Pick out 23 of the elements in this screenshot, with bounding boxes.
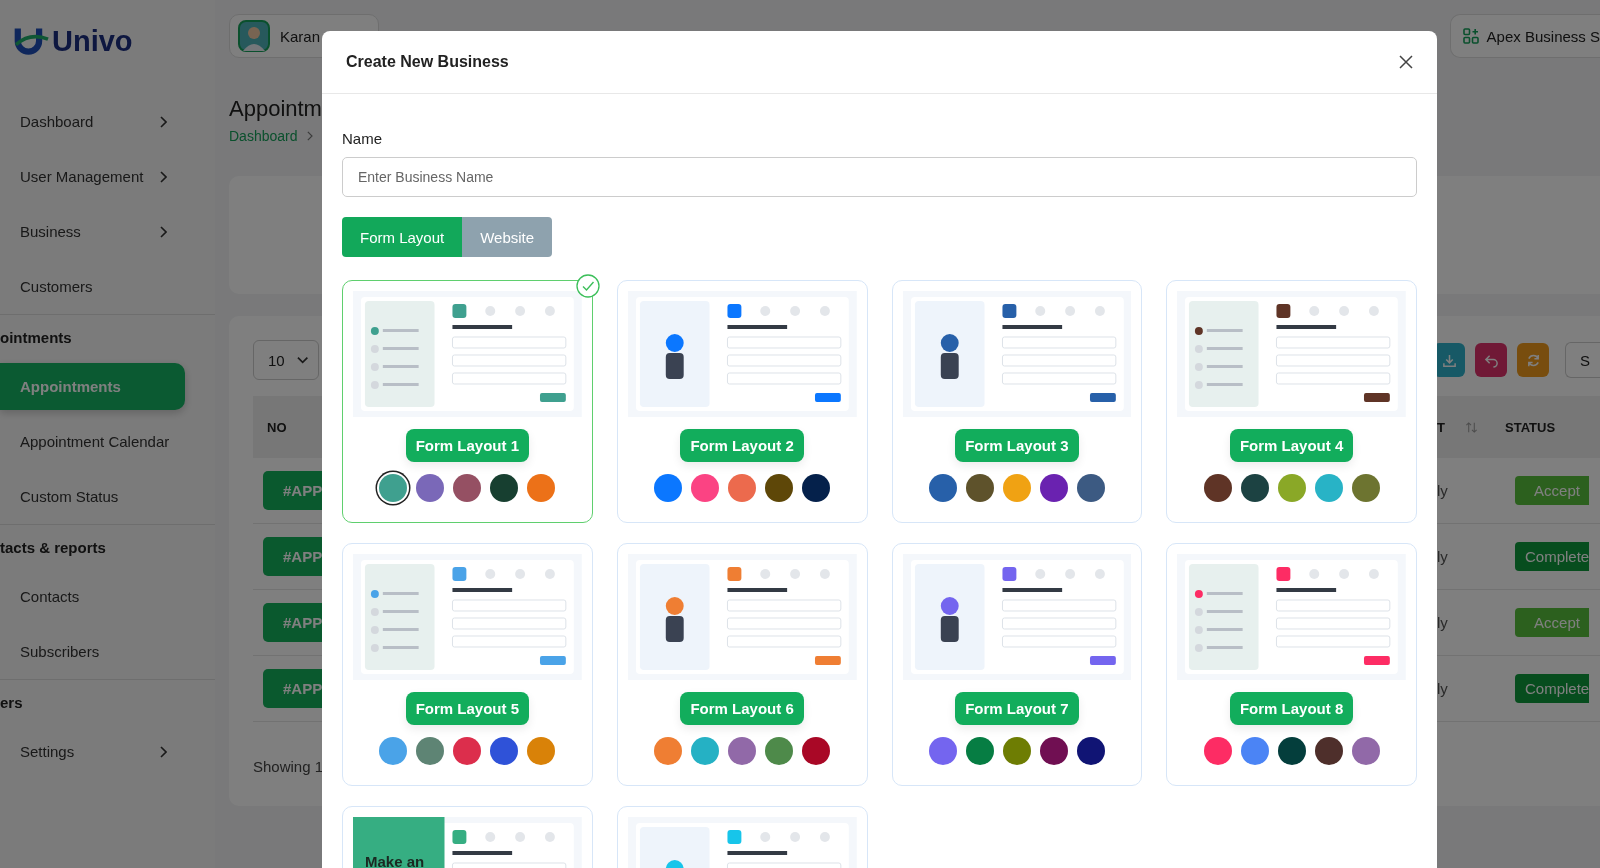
column-header: STATUS (1505, 419, 1557, 435)
table-cell: ly (1437, 613, 1448, 631)
table-cell: ly (1437, 679, 1448, 697)
table-cell: ly (1437, 481, 1448, 499)
column-header: NO (266, 419, 288, 435)
table-cell: ly (1437, 547, 1448, 565)
table-footer-text: Showing 1 (253, 758, 325, 775)
logo-text: Univo (52, 24, 133, 58)
field-label: Name (342, 130, 383, 147)
sidebar-section-title: ers (0, 693, 23, 711)
preview-heading: Make an (365, 853, 425, 868)
layout-name-label: Form Layout 8 (1229, 692, 1354, 725)
layout-name-label: Form Layout 2 (680, 429, 804, 462)
sidebar-section-title: tacts & reports (0, 538, 106, 556)
layout-name-label: Form Layout 1 (405, 429, 530, 462)
layout-name-label: Form Layout 4 (1229, 429, 1354, 462)
layout-name-label: Form Layout 6 (680, 692, 804, 725)
column-header: T (1437, 419, 1446, 435)
layout-name-label: Form Layout 7 (955, 692, 1079, 725)
page-title: Appointm (229, 96, 323, 122)
layout-name-label: Form Layout 5 (405, 692, 530, 725)
sidebar-section-title: ointments (0, 328, 72, 346)
layout-name-label: Form Layout 3 (955, 429, 1079, 462)
